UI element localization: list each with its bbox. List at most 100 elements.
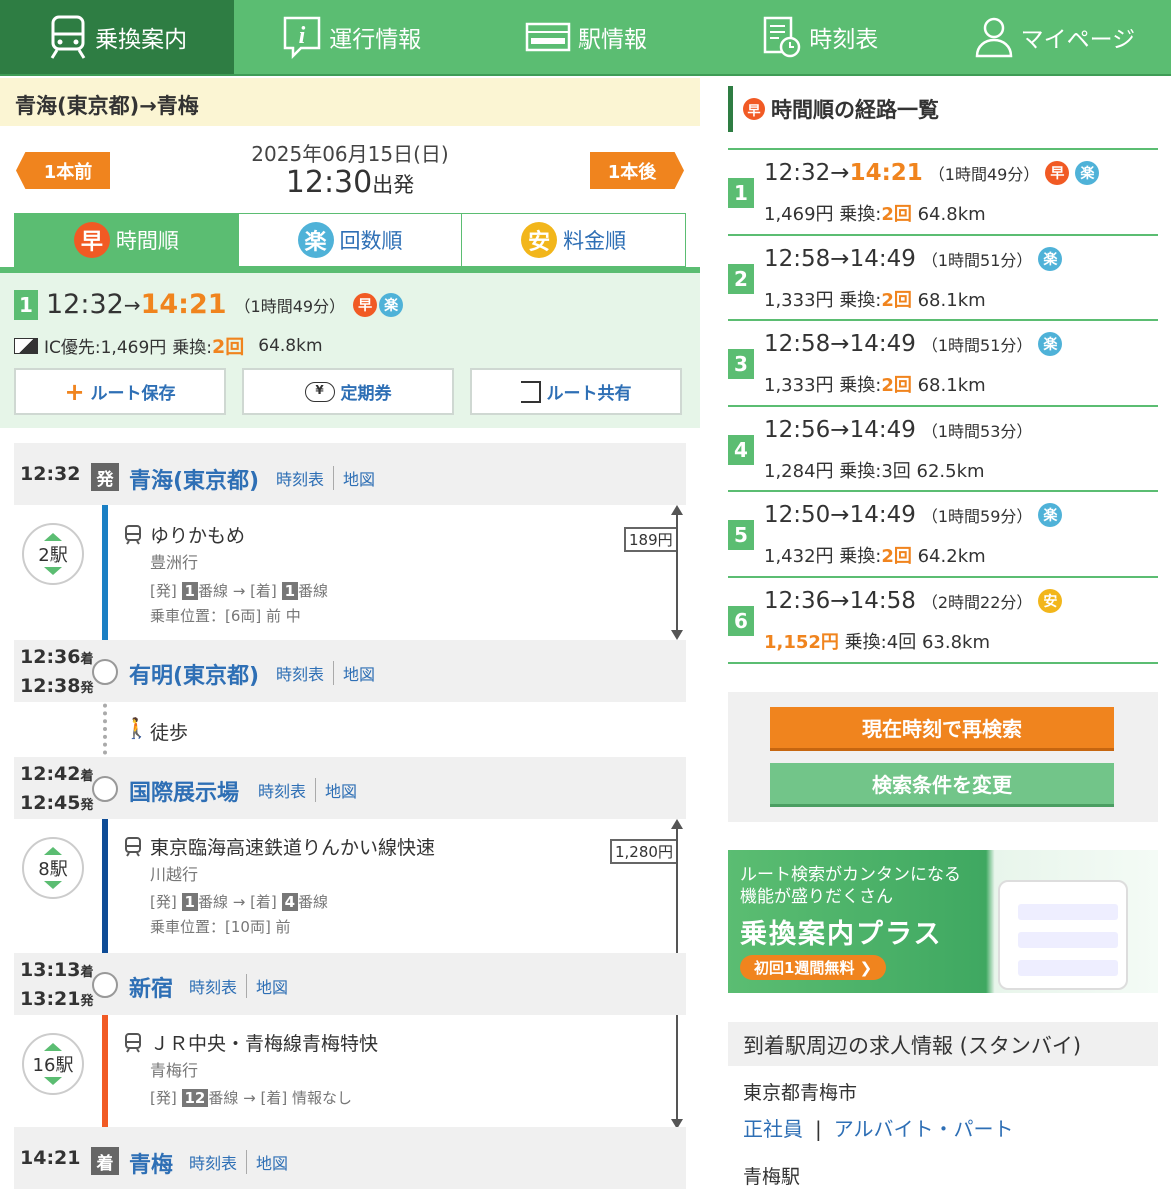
research-now-button[interactable]: 現在時刻で再検索: [770, 707, 1114, 751]
promo-title: 乗換案内プラス: [740, 919, 943, 950]
summary-transfer: 2回: [212, 336, 245, 358]
route-duration: （1時間53分）: [921, 421, 1033, 441]
segment-fare: 1,280円: [610, 839, 678, 864]
map-link[interactable]: 地図: [315, 778, 366, 802]
nav-label: 駅情報: [578, 27, 647, 53]
tab-fare-order[interactable]: 安 料金順: [461, 214, 685, 266]
station-links: 時刻表 地図: [267, 661, 384, 685]
expand-down-icon[interactable]: [44, 881, 62, 889]
timetable-link[interactable]: 時刻表: [180, 1150, 246, 1174]
app-promo-banner[interactable]: ルート検索がカンタンになる 機能が盛りだくさん 乗換案内プラス 初回1週間無料 ❯: [728, 850, 1158, 993]
parttime-link[interactable]: アルバイト・パート: [828, 1117, 1020, 1141]
summary-arrow: →: [123, 292, 141, 317]
nav-timetable[interactable]: 時刻表: [703, 0, 937, 74]
fulltime-link[interactable]: 正社員: [743, 1117, 809, 1141]
expand-down-icon[interactable]: [44, 1077, 62, 1085]
platform-from: 1: [181, 582, 198, 600]
tab-time-order[interactable]: 早 時間順: [15, 214, 238, 266]
ic-card-icon: [14, 337, 38, 354]
jobs-title: 到着駅周辺の求人情報 (スタンバイ): [728, 1022, 1158, 1066]
next-train-button[interactable]: 1本後: [590, 152, 684, 189]
transfer-label: 乗換:: [839, 546, 882, 568]
timetable-link[interactable]: 時刻表: [180, 974, 246, 998]
summary-time-row: 1 12:32 → 14:21 （1時間49分） 早 楽: [14, 289, 404, 320]
route-number: 1: [14, 289, 38, 320]
tab-transfer-count[interactable]: 楽 回数順: [237, 214, 462, 266]
fast-badge-icon: 早: [1045, 161, 1070, 185]
route-fare: 1,469円: [764, 204, 834, 225]
dep-suffix: 発: [80, 798, 94, 813]
stop-count: 8駅: [22, 837, 84, 899]
jobs-links: 正社員 | アルバイト・パート: [728, 1105, 1158, 1142]
map-link[interactable]: 地図: [246, 1150, 297, 1174]
platform-suffix: 番線: [208, 1089, 239, 1107]
expand-up-icon[interactable]: [44, 847, 62, 855]
line-name[interactable]: ゆりかもめ: [150, 521, 245, 548]
platform-to: 情報なし: [292, 1089, 353, 1107]
timetable-link[interactable]: 時刻表: [267, 661, 333, 685]
dep-suffix: 発: [80, 681, 94, 696]
expand-down-icon[interactable]: [44, 567, 62, 575]
line-name[interactable]: 東京臨海高速鉄道りんかい線快速: [150, 833, 435, 860]
stop-count-value: 2駅: [38, 545, 68, 566]
station-name[interactable]: 有明(東京都): [129, 658, 259, 690]
change-conditions-button[interactable]: 検索条件を変更: [770, 763, 1114, 807]
route-number: 2: [728, 263, 754, 294]
line-name[interactable]: ＪＲ中央・青梅線青梅特快: [150, 1029, 378, 1056]
station-marker: [92, 659, 118, 685]
nav-service-info[interactable]: i 運行情報: [234, 0, 468, 74]
route-distance: 63.8km: [921, 631, 990, 653]
nav-transfer[interactable]: 乗換案内: [0, 0, 235, 74]
timetable-link[interactable]: 時刻表: [267, 466, 333, 490]
route-list-item[interactable]: 3 12:58 → 14:49 （1時間51分）楽 1,333円 乗換:2回 68.1…: [728, 321, 1158, 407]
arr-suffix: 着: [80, 965, 94, 980]
route-list-item[interactable]: 5 12:50 → 14:49 （1時間59分）楽 1,432円 乗換:2回 64.2…: [728, 492, 1158, 578]
map-link[interactable]: 地図: [333, 466, 384, 490]
route-details: 1,432円 乗換:2回 64.2km: [764, 542, 986, 568]
nav-station-info[interactable]: 駅情報: [468, 0, 702, 74]
route-arr: 14:58: [849, 587, 916, 614]
tab-label: 回数順: [339, 229, 403, 253]
route-list-item[interactable]: 2 12:58 → 14:49 （1時間51分）楽 1,333円 乗換:2回 68.1…: [728, 236, 1158, 322]
route-list-item[interactable]: 4 12:56 → 14:49 （1時間53分） 1,284円 乗換:3回 62.5k…: [728, 407, 1158, 493]
station-row: 12:42着 12:45発 国際展示場 時刻表 地図: [14, 757, 686, 819]
station-name[interactable]: 青海(東京都): [129, 463, 259, 495]
route-detail: 12:32 発 青海(東京都) 時刻表 地図 2駅 ゆりかもめ 豊洲行 [発] 1…: [14, 443, 686, 1193]
expand-up-icon[interactable]: [44, 533, 62, 541]
route-list-item[interactable]: 6 12:36 → 14:58 （2時間22分）安 1,152円 乗換:4回 63.8…: [728, 578, 1158, 664]
route-arrow: →: [830, 245, 850, 272]
summary-arr: 14:21: [140, 289, 227, 320]
station-row: 14:21 着 青梅 時刻表 地図: [14, 1127, 686, 1189]
station-time: 12:36着 12:38発: [20, 644, 94, 702]
platform-suffix: 番線: [197, 893, 228, 911]
route-arr: 14:49: [849, 416, 916, 443]
route-transfer: 2回: [881, 204, 912, 225]
station-name[interactable]: 新宿: [129, 971, 173, 1003]
route-dep: 12:36: [764, 587, 831, 614]
promo-cta-button[interactable]: 初回1週間無料 ❯: [740, 955, 887, 980]
share-route-button[interactable]: ルート共有: [470, 368, 682, 415]
nav-mypage[interactable]: マイページ: [937, 0, 1171, 74]
route-dep: 12:58: [764, 245, 831, 272]
prev-train-button[interactable]: 1本前: [16, 152, 110, 189]
destination: 豊洲行: [150, 553, 199, 572]
plus-icon: +: [64, 377, 85, 406]
station-name[interactable]: 青梅: [129, 1147, 173, 1179]
route-list-item[interactable]: 1 12:32 → 14:21 （1時間49分） 早楽 1,469円 乗換:2回 64.…: [728, 150, 1158, 236]
arrive-tag: 着: [91, 1147, 119, 1175]
transfer-label: 乗換:: [844, 631, 887, 653]
commuter-pass-button[interactable]: ¥ 定期券: [242, 368, 454, 415]
walk-label: 徒歩: [150, 722, 189, 744]
route-distance: 68.1km: [917, 289, 986, 311]
station-name[interactable]: 国際展示場: [129, 775, 239, 807]
platform-info: [発] 1 番線 → [着] 4 番線: [150, 893, 329, 911]
timetable-link[interactable]: 時刻表: [249, 778, 315, 802]
station-row: 13:13着 13:21発 新宿 時刻表 地図: [14, 953, 686, 1015]
save-route-button[interactable]: + ルート保存: [14, 368, 226, 415]
map-link[interactable]: 地図: [246, 974, 297, 998]
map-link[interactable]: 地図: [333, 661, 384, 685]
destination: 川越行: [150, 865, 199, 884]
expand-up-icon[interactable]: [44, 1043, 62, 1051]
cheap-badge-icon: 安: [521, 222, 558, 258]
dep-suffix: 発: [80, 994, 94, 1009]
